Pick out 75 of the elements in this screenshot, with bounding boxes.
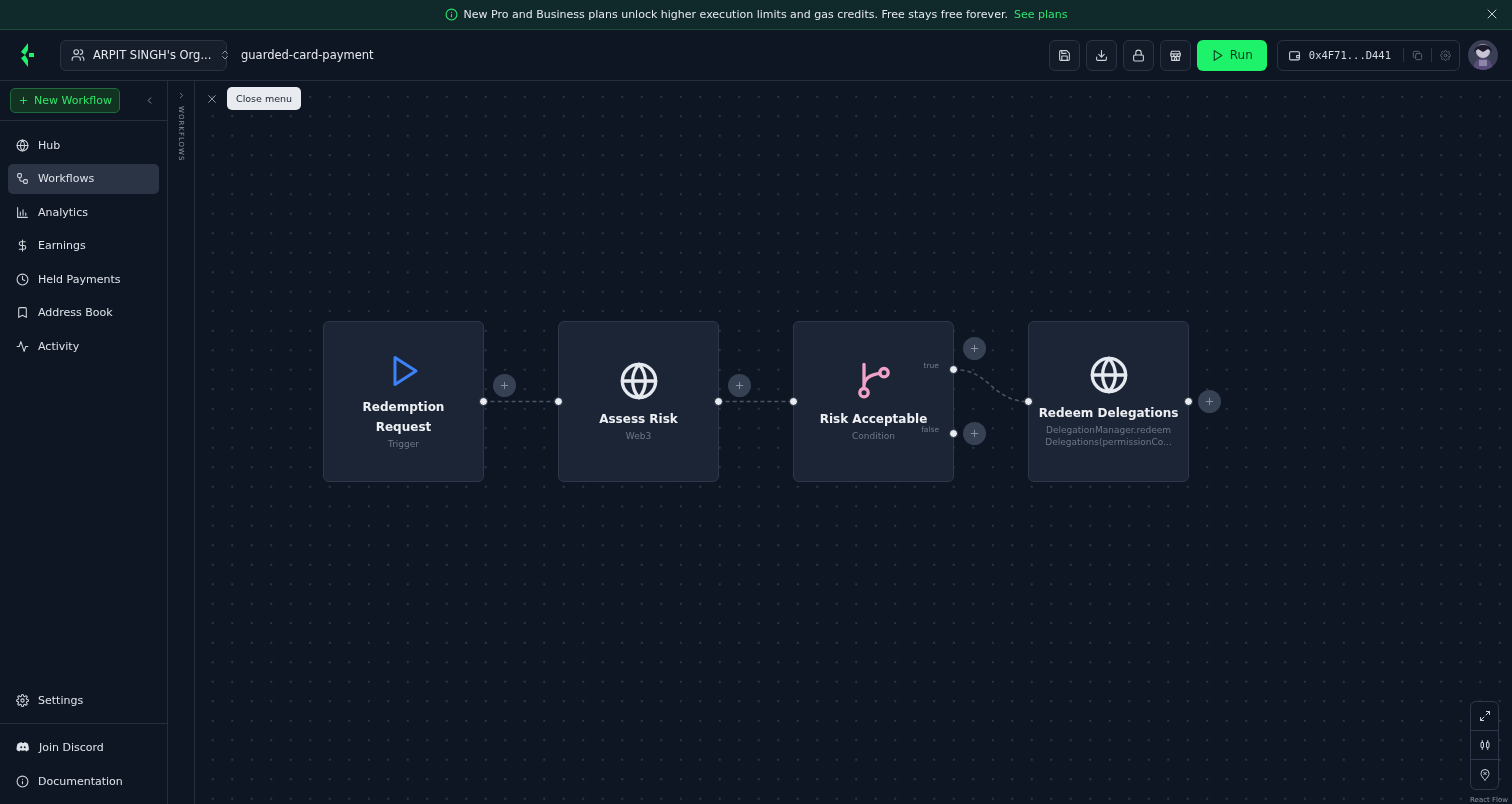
nav-item[interactable]: Settings xyxy=(8,685,159,715)
nav-link[interactable]: Documentation xyxy=(8,766,159,796)
output-handle[interactable] xyxy=(949,429,958,438)
tooltip: Close menu xyxy=(227,87,302,110)
activity-icon xyxy=(16,339,29,353)
clock-icon xyxy=(16,272,29,286)
bookmark-icon xyxy=(16,306,29,319)
globe-icon xyxy=(16,138,29,152)
nav-item[interactable]: Hub xyxy=(8,130,159,160)
nav-item[interactable]: Activity xyxy=(8,331,159,361)
output-handle[interactable] xyxy=(714,397,723,406)
download-button[interactable] xyxy=(1085,39,1117,71)
node-subtitle: DelegationManager.redeem Delegations(permissionCo... xyxy=(1044,424,1173,448)
wallet-address-box[interactable]: 0x4F71...D441 xyxy=(1276,39,1460,71)
discord-icon xyxy=(16,740,30,754)
input-handle[interactable] xyxy=(1024,397,1033,406)
settings-icon xyxy=(16,693,29,707)
node-title: Redemption Request xyxy=(362,399,445,436)
add-node-button[interactable] xyxy=(963,422,986,445)
workflow-name: guarded-card-payment xyxy=(241,48,374,62)
globe-icon xyxy=(1088,355,1129,395)
plus-icon xyxy=(1204,396,1215,407)
wallet-address: 0x4F71...D441 xyxy=(1308,49,1391,61)
nav-item[interactable]: Address Book xyxy=(8,297,159,328)
output-handle[interactable] xyxy=(1184,397,1193,406)
plus-icon xyxy=(734,380,745,391)
info-icon xyxy=(16,774,29,788)
run-button[interactable]: Run xyxy=(1196,39,1267,71)
input-handle[interactable] xyxy=(554,397,563,406)
settings-icon xyxy=(1440,49,1451,61)
new-workflow-button[interactable]: New Workflow xyxy=(10,88,120,113)
organization-selector[interactable]: ARPIT SINGH's Org... xyxy=(60,39,227,71)
dollar-icon xyxy=(16,239,29,252)
plus-icon xyxy=(969,343,980,354)
save-icon xyxy=(1057,48,1071,62)
nav-item[interactable]: Workflows xyxy=(8,163,159,194)
nav-link[interactable]: Join Discord xyxy=(8,732,159,762)
store-button[interactable] xyxy=(1159,39,1191,71)
bar-chart-icon xyxy=(16,205,29,219)
node-subtitle: Web3 xyxy=(625,430,652,442)
lock-button[interactable] xyxy=(1122,39,1154,71)
info-icon xyxy=(444,8,458,21)
globe-icon xyxy=(618,361,659,401)
add-node-button[interactable] xyxy=(963,337,986,360)
see-plans-link[interactable]: See plans xyxy=(1013,8,1068,21)
output-handle[interactable] xyxy=(949,365,958,374)
plus-icon xyxy=(18,95,29,106)
wallet-icon xyxy=(1287,48,1301,62)
add-node-button[interactable] xyxy=(728,374,751,397)
save-button[interactable] xyxy=(1048,39,1080,71)
flow-icon xyxy=(16,172,29,185)
node-title: Redeem Delegations xyxy=(1038,405,1179,422)
map-pin-icon xyxy=(1478,768,1491,781)
expand-icon xyxy=(1478,710,1491,722)
candles-icon xyxy=(1478,739,1491,751)
nav-item[interactable]: Analytics xyxy=(8,197,159,227)
close-icon[interactable] xyxy=(207,93,217,104)
plus-icon xyxy=(499,380,510,391)
output-handle[interactable] xyxy=(479,397,488,406)
nav-item[interactable]: Held Payments xyxy=(8,264,159,294)
node-subtitle: Trigger xyxy=(387,438,419,450)
download-icon xyxy=(1094,48,1108,62)
close-icon[interactable] xyxy=(1486,8,1498,20)
plus-icon xyxy=(969,428,980,439)
nav-item[interactable]: Earnings xyxy=(8,230,159,261)
node-title: Assess Risk xyxy=(599,411,678,428)
users-icon xyxy=(71,48,85,62)
store-icon xyxy=(1168,48,1182,62)
node-subtitle: Condition xyxy=(852,430,895,442)
add-node-button[interactable] xyxy=(1198,390,1221,413)
banner-message: New Pro and Business plans unlock higher execution limits and gas credits. Free stays free forever. xyxy=(463,8,1008,21)
lock-icon xyxy=(1131,48,1145,62)
add-node-button[interactable] xyxy=(493,374,516,397)
input-handle[interactable] xyxy=(789,397,798,406)
copy-icon xyxy=(1412,49,1423,61)
